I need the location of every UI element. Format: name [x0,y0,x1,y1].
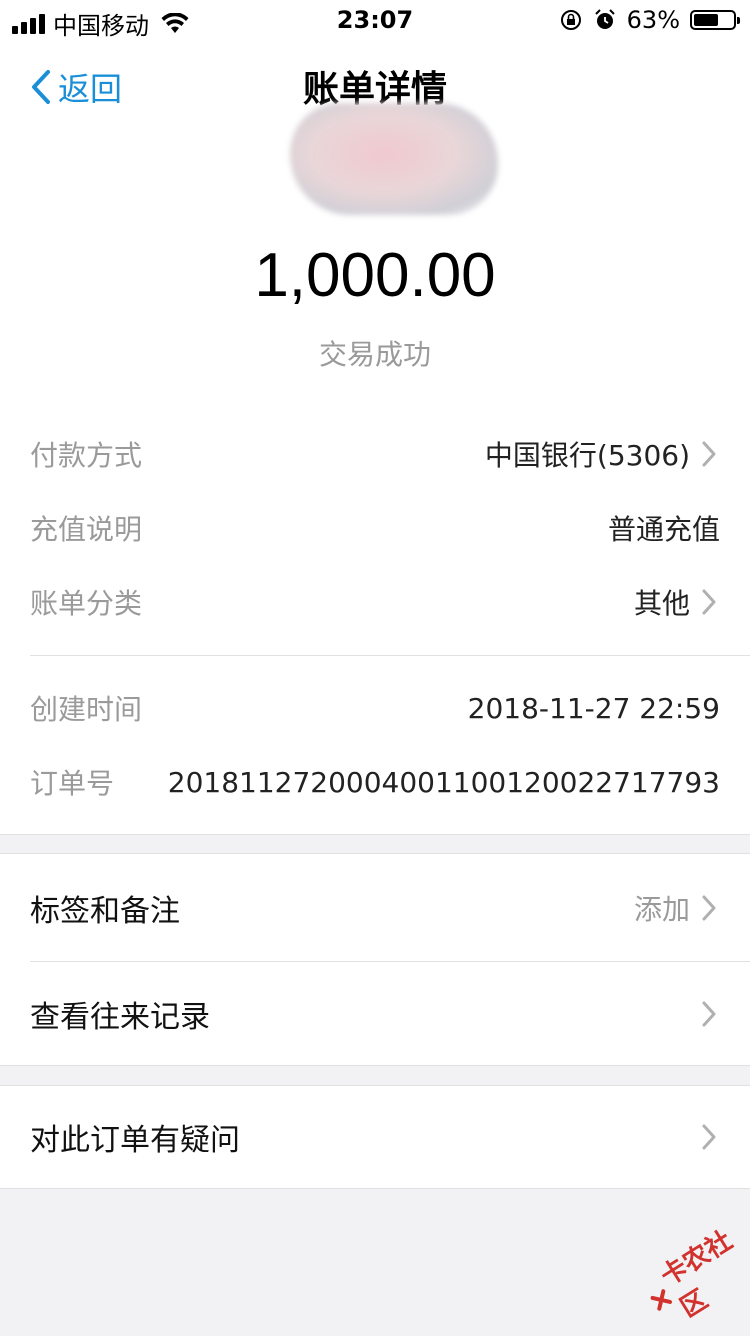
orientation-lock-icon [560,10,581,30]
detail-row-order-number: 订单号 2018112720004001100120022717793 [30,762,720,802]
tags-add-label: 添加 [633,893,690,926]
divider [30,655,750,656]
detail-value: 2018-11-27 22:59 [467,691,720,725]
watermark: 卡农社区 [634,1218,750,1336]
divider [0,834,750,835]
view-history-label: 查看往来记录 [30,1000,210,1035]
detail-value: 中国银行(5306) [484,439,690,472]
detail-row-category[interactable]: 账单分类 其他 [30,582,720,622]
order-question-row[interactable]: 对此订单有疑问 [30,1117,720,1158]
divider [0,1065,750,1066]
detail-value: 普通充值 [607,513,720,546]
detail-value: 2018112720004001100120022717793 [167,765,720,799]
divider [0,853,750,854]
chevron-right-icon [702,441,716,467]
view-history-row[interactable]: 查看往来记录 [30,994,720,1035]
detail-row-payment-method[interactable]: 付款方式 中国银行(5306) [30,434,720,474]
chevron-right-icon [702,1124,716,1150]
transaction-amount: 1,000.00 [254,241,496,310]
merchant-avatar [290,103,498,215]
detail-key: 订单号 [30,767,115,800]
detail-key: 充值说明 [30,513,143,546]
detail-header-panel: 中国移动 23:07 63% 返回 账单详情 1,000.00 交易成功 付款方… [0,0,750,834]
divider [30,961,750,962]
divider [0,1188,750,1189]
chevron-right-icon [702,589,716,615]
detail-row-recharge-note: 充值说明 普通充值 [30,508,720,548]
tags-notes-row[interactable]: 标签和备注 添加 [30,888,720,929]
detail-row-created-time: 创建时间 2018-11-27 22:59 [30,688,720,728]
detail-key: 创建时间 [30,693,143,726]
battery-percent: 63% [626,6,680,34]
question-card: 对此订单有疑问 [0,1085,750,1189]
transaction-status: 交易成功 [318,338,431,371]
detail-key: 账单分类 [30,587,143,620]
status-bar: 中国移动 23:07 63% [0,0,750,40]
divider [0,1085,750,1086]
alarm-icon [594,9,615,29]
battery-icon [690,10,740,30]
actions-card: 标签和备注 添加 查看往来记录 [0,853,750,1066]
chevron-right-icon [702,895,716,921]
detail-value: 其他 [633,587,690,620]
order-question-label: 对此订单有疑问 [30,1123,240,1158]
detail-key: 付款方式 [30,439,143,472]
tags-notes-label: 标签和备注 [30,894,180,929]
chevron-right-icon [702,1001,716,1027]
